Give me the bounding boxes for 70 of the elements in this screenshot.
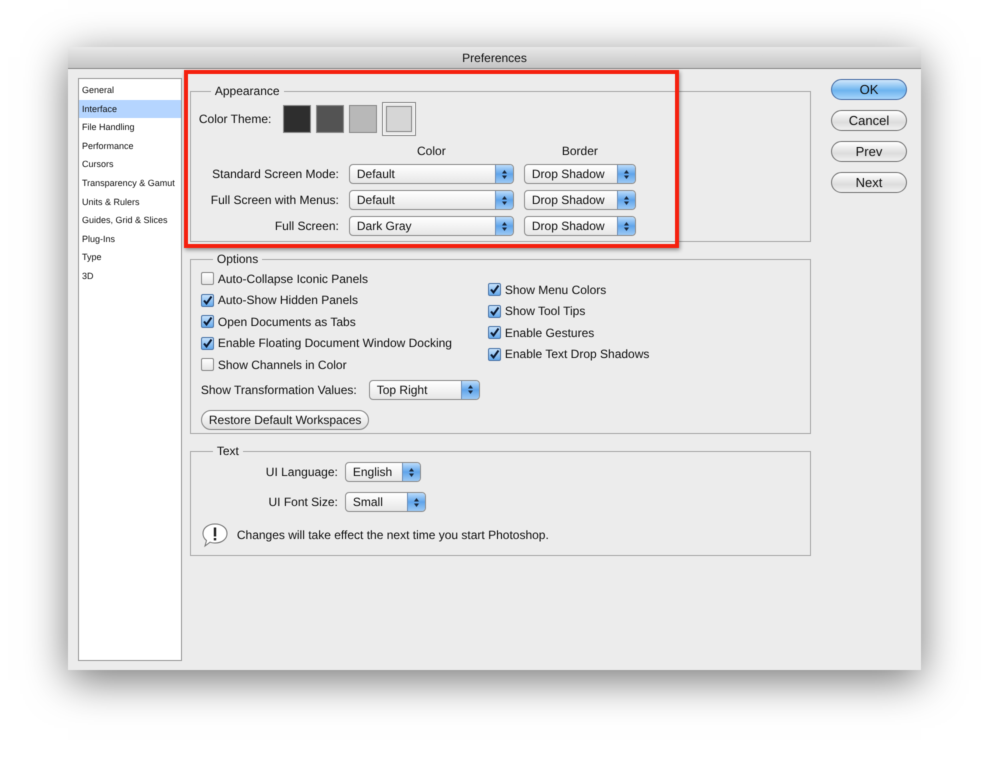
checkbox-label: Show Menu Colors <box>504 282 606 297</box>
border-dropdown[interactable]: Drop Shadow <box>524 164 636 184</box>
category-item[interactable]: Cursors <box>79 155 181 174</box>
category-item[interactable]: General <box>79 81 181 100</box>
field-label: UI Font Size: <box>268 495 338 509</box>
stepper-arrows-icon <box>622 168 630 180</box>
color-dropdown[interactable]: Default <box>348 190 514 210</box>
checkbox[interactable] <box>488 283 501 296</box>
category-item[interactable]: Guides, Grid & Slices <box>79 211 181 230</box>
checkbox[interactable] <box>200 358 214 372</box>
stepper-arrows-icon <box>622 220 630 232</box>
dialog-button[interactable]: Cancel <box>831 110 907 131</box>
stepper-arrows-icon <box>412 496 420 508</box>
section-title: Text <box>216 444 240 458</box>
category-item[interactable]: Units & Rulers <box>79 192 181 212</box>
field-label: Full Screen: <box>274 219 339 233</box>
checkbox[interactable] <box>488 348 501 361</box>
section-title: Options <box>216 252 260 266</box>
checkbox[interactable] <box>488 326 501 340</box>
category-item[interactable]: Type <box>79 248 181 267</box>
stepper-arrows-icon <box>500 220 508 232</box>
field-label: Show Transformation Values: <box>200 382 357 396</box>
stepper-arrows-icon <box>408 466 415 478</box>
border-dropdown[interactable]: Drop Shadow <box>524 190 636 210</box>
checkbox[interactable] <box>200 336 214 350</box>
checkbox-label: Enable Gestures <box>504 326 594 340</box>
category-item[interactable]: Performance <box>79 136 181 156</box>
column-header: Border <box>560 144 599 158</box>
color-dropdown[interactable]: Dark Gray <box>348 216 514 236</box>
checkbox-label: Auto-Show Hidden Panels <box>218 293 358 308</box>
field-label: Standard Screen Mode: <box>211 167 339 181</box>
checkbox-label: Enable Text Drop Shadows <box>504 347 650 362</box>
checkbox[interactable] <box>200 294 214 307</box>
section-title: Appearance <box>214 84 281 98</box>
category-item[interactable]: File Handling <box>79 118 181 137</box>
field-label: UI Language: <box>264 465 338 479</box>
color-dropdown[interactable]: Default <box>348 164 514 184</box>
column-header: Color <box>416 144 447 158</box>
checkbox-label: Show Tool Tips <box>504 304 586 318</box>
warning-bubble-icon <box>200 522 229 548</box>
category-item[interactable]: Interface <box>79 100 181 118</box>
category-item[interactable]: Transparency & Gamut <box>79 174 181 193</box>
ok-button[interactable]: OK <box>831 79 907 100</box>
restore-workspaces-button[interactable]: Restore Default Workspaces <box>200 410 370 430</box>
checkbox-label: Open Documents as Tabs <box>218 314 356 329</box>
field-label: Full Screen with Menus: <box>210 193 339 207</box>
checkbox[interactable] <box>488 304 501 318</box>
stepper-arrows-icon <box>622 194 630 206</box>
stepper-arrows-icon <box>500 168 508 180</box>
dialog-button[interactable]: Next <box>831 172 907 193</box>
checkbox[interactable] <box>200 272 214 286</box>
checkbox[interactable] <box>200 315 214 328</box>
checkbox-label: Show Channels in Color <box>218 358 347 372</box>
category-item[interactable]: 3D <box>79 266 181 286</box>
theme-swatch[interactable] <box>283 105 312 133</box>
dropdown[interactable]: Small <box>344 492 426 512</box>
checkbox-label: Auto-Collapse Iconic Panels <box>218 272 368 286</box>
border-dropdown[interactable]: Drop Shadow <box>524 216 636 236</box>
theme-swatch[interactable] <box>349 105 378 133</box>
stepper-arrows-icon <box>466 384 474 395</box>
theme-swatch[interactable] <box>316 105 344 133</box>
stepper-arrows-icon <box>500 194 508 206</box>
checkbox-label: Enable Floating Document Window Docking <box>218 336 452 350</box>
field-label: Color Theme: <box>198 112 272 126</box>
window-title: Preferences <box>462 50 527 64</box>
notice-text: Changes will take effect the next time you start Photoshop. <box>236 528 549 542</box>
category-item[interactable]: Plug-Ins <box>79 230 181 248</box>
transformation-dropdown[interactable]: Top Right <box>368 380 480 400</box>
dialog-button[interactable]: Prev <box>831 141 907 162</box>
dropdown[interactable]: English <box>344 462 421 482</box>
